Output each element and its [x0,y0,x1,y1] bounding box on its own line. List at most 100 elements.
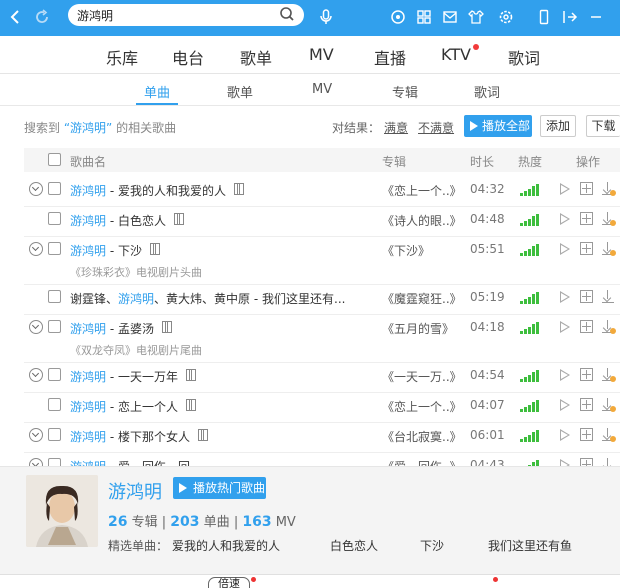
song-title[interactable]: 爱我的人和我爱的人 [118,184,226,198]
artist-link[interactable]: 游鸿明 [70,322,106,336]
tab-songs[interactable]: 单曲 [144,82,170,101]
tab-albums[interactable]: 专辑 [392,82,418,101]
song-name[interactable]: 游鸿明 - 楼下那个女人 [70,428,190,445]
add-to-list-icon[interactable] [580,368,593,381]
album-count[interactable]: 26 [108,514,127,530]
song-checkbox[interactable] [48,242,61,255]
song-title[interactable]: 楼下那个女人 [118,430,190,444]
unsatisfied-link[interactable]: 不满意 [418,121,454,135]
artist-link[interactable]: 游鸿明 [70,370,106,384]
album-link[interactable]: 《恋上一个..》 [382,182,462,199]
download-icon[interactable] [602,212,616,226]
add-to-list-icon[interactable] [580,290,593,303]
song-title[interactable]: 一天一万年 [118,370,178,384]
play-song-icon[interactable] [560,369,570,381]
expand-chevron-icon[interactable] [29,368,43,382]
song-title[interactable]: 白色恋人 [118,214,166,228]
song-name[interactable]: 游鸿明 - 爱我的人和我爱的人 [70,182,226,199]
nav-radio[interactable]: 电台 [172,45,204,69]
skin-shirt-icon[interactable] [466,7,486,27]
artist-avatar[interactable] [26,475,98,547]
song-checkbox[interactable] [48,398,61,411]
song-checkbox[interactable] [48,320,61,333]
nav-library[interactable]: 乐库 [106,45,138,69]
play-song-icon[interactable] [560,291,570,303]
song-name[interactable]: 游鸿明 - 孟婆汤 [70,320,154,337]
mobile-device-icon[interactable] [534,7,554,27]
play-song-icon[interactable] [560,243,570,255]
song-name[interactable]: 谢霆锋、游鸿明、黄大炜、黄中原 - 我们这里还有... [70,290,345,307]
add-to-list-icon[interactable] [580,428,593,441]
play-song-icon[interactable] [560,399,570,411]
expand-chevron-icon[interactable] [29,320,43,334]
artist-link[interactable]: 游鸿明 [70,184,106,198]
song-name[interactable]: 游鸿明 - 下沙 [70,242,142,259]
artist-link[interactable]: 游鸿明 [118,292,154,306]
selected-song[interactable]: 下沙 [420,537,444,554]
expand-chevron-icon[interactable] [29,428,43,442]
expand-chevron-icon[interactable] [29,182,43,196]
song-row[interactable]: 游鸿明 - 恋上一个人 《恋上一个..》 04:07 [24,398,620,428]
minimize-icon[interactable] [586,7,606,27]
mv-film-icon[interactable] [174,213,184,225]
play-circle-icon[interactable] [388,7,408,27]
album-link[interactable]: 《台北寂寞..》 [382,428,462,445]
add-button[interactable]: 添加 [540,115,576,137]
artist-link[interactable]: 游鸿明 [70,400,106,414]
song-checkbox[interactable] [48,428,61,441]
satisfied-link[interactable]: 满意 [384,121,408,135]
song-checkbox[interactable] [48,290,61,303]
download-icon[interactable] [602,182,616,196]
tab-lyrics[interactable]: 歌词 [474,82,500,101]
download-icon[interactable] [602,398,616,412]
mv-film-icon[interactable] [162,321,172,333]
back-icon[interactable] [6,7,26,27]
add-to-list-icon[interactable] [580,320,593,333]
selected-song[interactable]: 白色恋人 [330,537,378,554]
song-name[interactable]: 游鸿明 - 一天一万年 [70,368,178,385]
song-row[interactable]: 谢霆锋、游鸿明、黄大炜、黄中原 - 我们这里还有... 《魔霆窥狂..》 05:19 [24,290,620,320]
artist-link[interactable]: 游鸿明 [70,244,106,258]
album-link[interactable]: 《恋上一个..》 [382,398,462,415]
album-link[interactable]: 《下沙》 [382,242,430,259]
play-song-icon[interactable] [560,429,570,441]
song-checkbox[interactable] [48,182,61,195]
artist-link[interactable]: 游鸿明 [70,214,106,228]
search-input[interactable]: 游鸿明 [77,7,113,24]
song-row[interactable]: 游鸿明 - 一天一万年 《一天一万..》 04:54 [24,368,620,398]
mini-mode-icon[interactable] [560,7,580,27]
song-checkbox[interactable] [48,368,61,381]
select-all-checkbox[interactable] [48,153,61,166]
nav-lyrics[interactable]: 歌词 [508,45,540,69]
selected-song[interactable]: 我们这里还有鱼 [488,537,572,554]
nav-mv[interactable]: MV [309,45,334,64]
download-icon[interactable] [602,320,616,334]
mv-film-icon[interactable] [186,369,196,381]
mail-icon[interactable] [440,7,460,27]
single-count[interactable]: 203 [170,514,199,530]
download-button[interactable]: 下载 [586,115,620,137]
download-icon[interactable] [602,368,616,382]
song-title[interactable]: 孟婆汤 [118,322,154,336]
album-link[interactable]: 《五月的雪》 [382,320,454,337]
song-row[interactable]: 游鸿明 - 下沙 《下沙》 05:51 《珍珠彩衣》电视剧片头曲 [24,242,620,290]
album-link[interactable]: 《魔霆窥狂..》 [382,290,462,307]
download-icon[interactable] [602,242,616,256]
song-row[interactable]: 游鸿明 - 白色恋人 《诗人的眼..》 04:48 [24,212,620,242]
play-all-button[interactable]: 播放全部 [464,115,532,137]
microphone-icon[interactable] [316,7,336,27]
search-icon[interactable] [279,6,295,22]
song-title[interactable]: 下沙 [118,244,142,258]
add-to-list-icon[interactable] [580,182,593,195]
album-link[interactable]: 《诗人的眼..》 [382,212,462,229]
refresh-icon[interactable] [32,7,52,27]
settings-gear-icon[interactable] [496,7,516,27]
mv-film-icon[interactable] [186,399,196,411]
download-icon[interactable] [602,290,614,304]
song-checkbox[interactable] [48,212,61,225]
add-to-list-icon[interactable] [580,242,593,255]
download-icon[interactable] [602,428,616,442]
song-title[interactable]: 恋上一个人 [118,400,178,414]
tab-playlists[interactable]: 歌单 [227,82,253,101]
mv-film-icon[interactable] [150,243,160,255]
